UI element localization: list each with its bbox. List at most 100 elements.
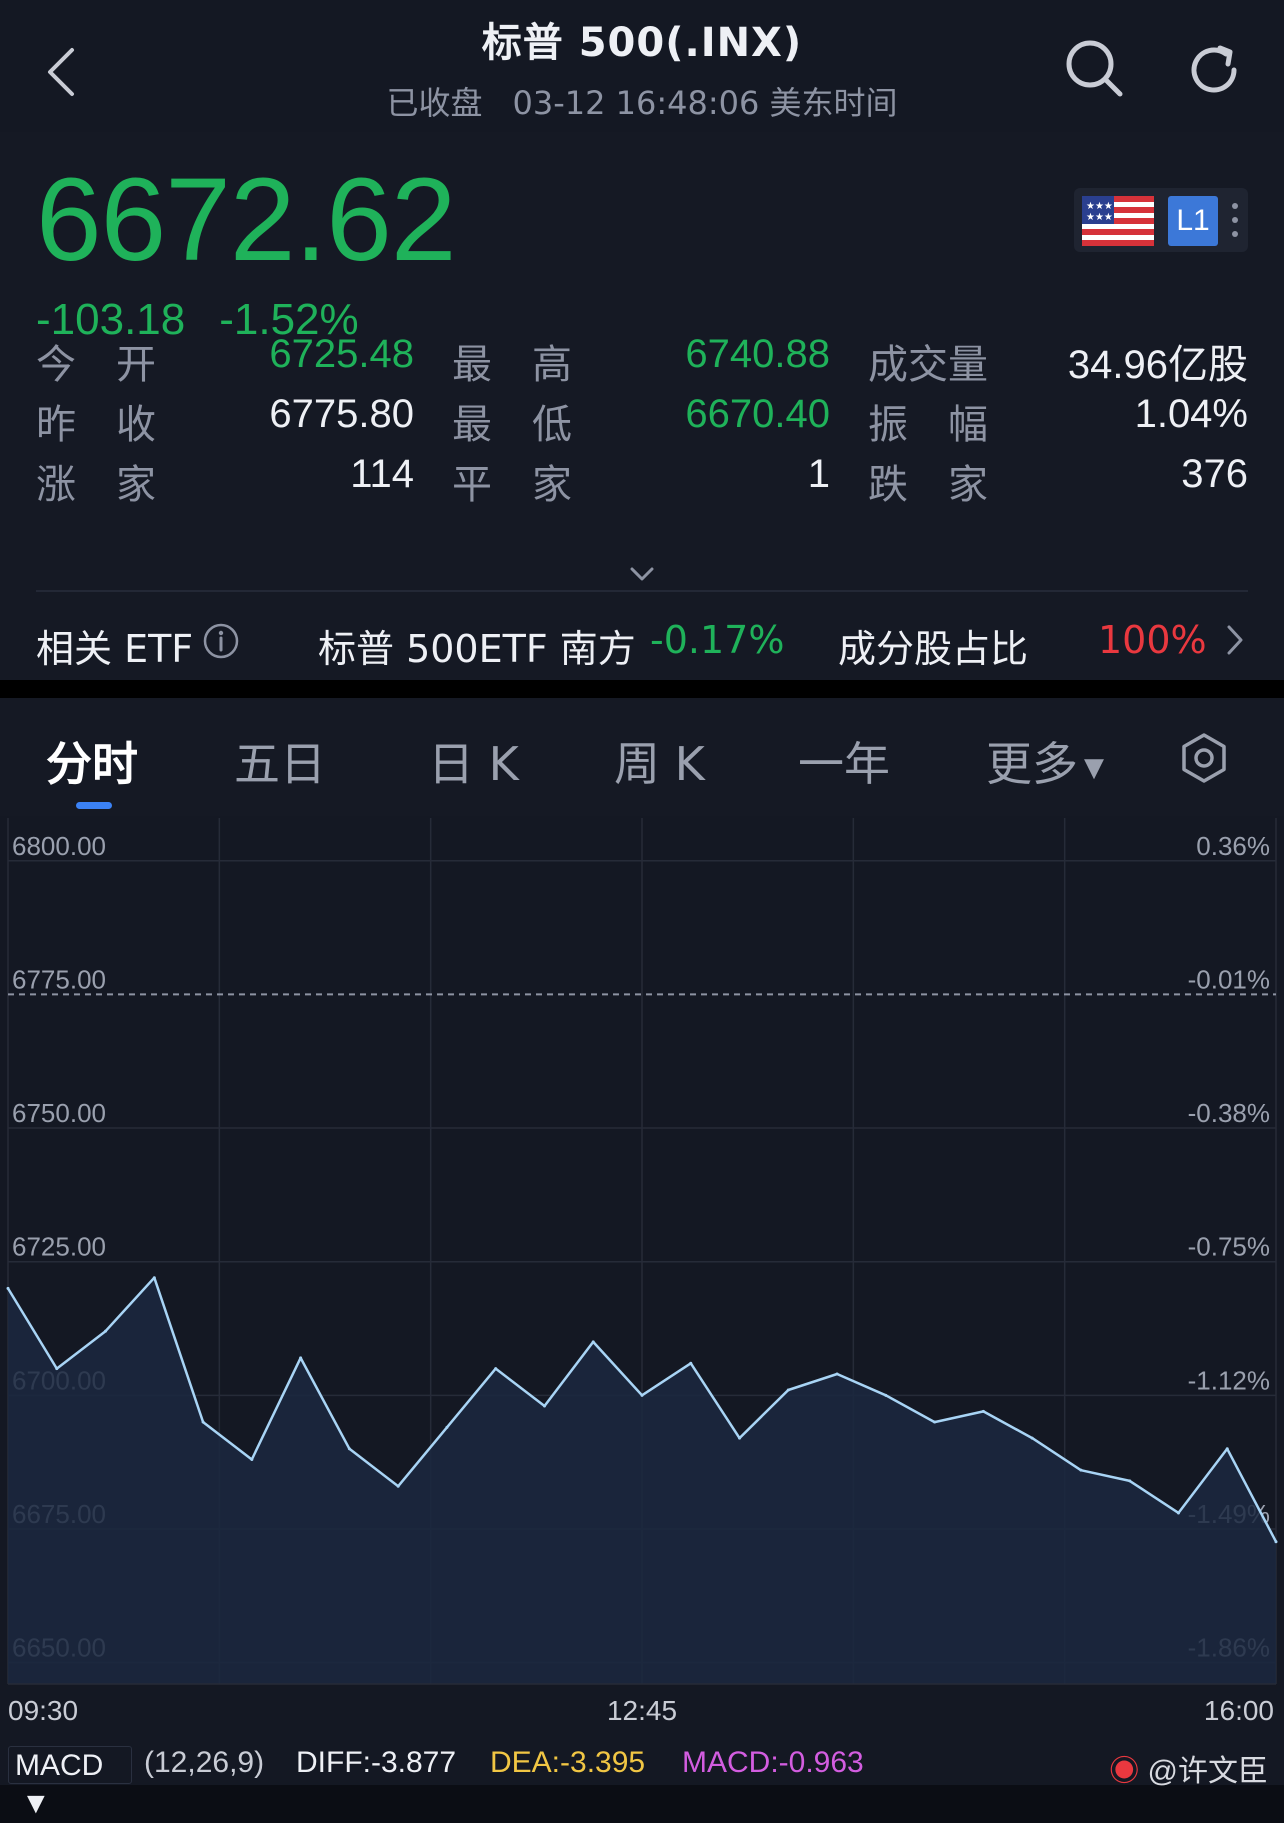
indicator-select[interactable]: MACD ▼ — [8, 1746, 132, 1820]
chevron-right-icon[interactable] — [1224, 622, 1246, 658]
tab-more-label: 更多 — [986, 737, 1078, 791]
macd-diff: DIFF:-3.877 — [296, 1746, 457, 1779]
tab-intraday[interactable]: 分时 — [46, 728, 138, 794]
price-point — [1128, 1479, 1132, 1483]
weight-label: 成分股占比 — [838, 627, 1029, 671]
price-point — [738, 1436, 742, 1440]
tab-one-year[interactable]: 一年 — [798, 728, 890, 794]
price-point — [104, 1329, 108, 1333]
etf-fund-name[interactable]: 标普 500ETF 南方 — [318, 618, 636, 673]
stat-value-open: 6725.48 — [269, 332, 414, 376]
tab-five-day[interactable]: 五日 — [234, 728, 326, 794]
caret-down-icon: ▼ — [21, 1787, 51, 1820]
us-flag-icon: ★★★ ★★★ — [1082, 196, 1154, 246]
tab-more[interactable]: 更多 ▼ — [986, 728, 1104, 794]
stat-label-volume: 成交量 — [868, 342, 988, 388]
price-point — [786, 1388, 790, 1392]
related-etf-label: 相关 ETF — [36, 627, 194, 671]
stat-value-advancers: 114 — [350, 452, 414, 496]
x-axis-label: 12:45 — [607, 1695, 677, 1726]
more-vertical-icon[interactable] — [1230, 198, 1240, 242]
y-axis-label-right: -0.38% — [1188, 1098, 1270, 1128]
settings-icon[interactable] — [1178, 732, 1230, 784]
price-point — [1079, 1468, 1083, 1472]
stats-row-1: 今 开 6725.48 最 高 6740.88 成交量 34.96亿股 — [0, 332, 1284, 392]
y-axis-label-left: 6775.00 — [12, 964, 106, 994]
price-point — [1176, 1511, 1180, 1515]
indicator-bar: MACD ▼ (12,26,9) DIFF:-3.877 DEA:-3.395 M… — [0, 1746, 1284, 1820]
stat-value-volume: 34.96亿股 — [1067, 343, 1248, 387]
price-point — [1274, 1540, 1278, 1544]
weight-value: 100% — [1098, 618, 1207, 662]
price-point — [835, 1372, 839, 1376]
price-point — [6, 1286, 10, 1290]
stats-row-3: 涨 家 114 平 家 1 跌 家 376 — [0, 452, 1284, 512]
stat-label-unchanged: 平 家 — [452, 462, 572, 508]
stat-label-low: 最 低 — [452, 402, 572, 448]
y-axis-label-right: 0.36% — [1196, 831, 1270, 861]
stat-value-unchanged: 1 — [807, 452, 830, 496]
refresh-icon[interactable] — [1180, 34, 1250, 104]
search-icon[interactable] — [1060, 34, 1130, 104]
macd-params: (12,26,9) — [144, 1746, 265, 1779]
etf-fund-change: -0.17% — [650, 618, 785, 662]
divider — [36, 590, 1248, 592]
x-axis-label: 16:00 — [1204, 1695, 1274, 1726]
stat-label-decliners: 跌 家 — [868, 462, 988, 508]
price-point — [445, 1425, 449, 1429]
market-status-text: 已收盘 — [386, 84, 483, 122]
stats-row-2: 昨 收 6775.80 最 低 6670.40 振 幅 1.04% — [0, 392, 1284, 452]
level-badge: L1 — [1168, 196, 1218, 246]
price-point — [542, 1404, 546, 1408]
svg-text:★★★: ★★★ — [1086, 201, 1113, 212]
price-point — [299, 1356, 303, 1360]
quote-timestamp: 03-12 16:48:06 美东时间 — [512, 84, 898, 122]
related-etf-row[interactable]: 相关 ETF 标普 500ETF 南方 -0.17% 成分股占比 100% — [0, 600, 1284, 680]
price-point — [347, 1447, 351, 1451]
macd-value: MACD:-0.963 — [682, 1746, 864, 1779]
active-tab-indicator — [76, 802, 112, 809]
caret-down-icon: ▼ — [1084, 752, 1104, 783]
price-point — [884, 1393, 888, 1397]
y-axis-label-left: 6725.00 — [12, 1232, 106, 1262]
stat-value-decliners: 376 — [1181, 452, 1248, 496]
watermark: ◉ @许文臣 — [1109, 1746, 1268, 1790]
price-point — [152, 1276, 156, 1280]
y-axis-label-right: -0.75% — [1188, 1232, 1270, 1262]
price-point — [591, 1340, 595, 1344]
macd-dea: DEA:-3.395 — [490, 1746, 646, 1779]
info-icon[interactable] — [202, 622, 240, 660]
intraday-chart[interactable]: 6800.00 0.36% 6775.00 -0.01% 6750.00 -0.38% 67… — [0, 816, 1284, 1820]
chart-canvas[interactable]: 6800.00 0.36% 6775.00 -0.01% 6750.00 -0.38% 67… — [0, 816, 1284, 1746]
tab-weekly-k[interactable]: 周 K — [614, 728, 705, 794]
price-point — [201, 1420, 205, 1424]
chart-period-tabs: 分时 五日 日 K 周 K 一年 更多 ▼ — [0, 698, 1284, 816]
quote-panel: 6672.62 -103.18 -1.52% ★★★ ★★★ L1 今 开 672… — [0, 132, 1284, 680]
price-point — [396, 1484, 400, 1488]
tab-daily-k[interactable]: 日 K — [428, 728, 519, 794]
stat-label-advancers: 涨 家 — [36, 462, 156, 508]
last-price: 6672.62 — [36, 154, 457, 286]
top-bar: 标普 500(.INX) 已收盘 03-12 16:48:06 美东时间 — [0, 0, 1284, 132]
stat-value-low: 6670.40 — [685, 392, 830, 436]
price-point — [640, 1393, 644, 1397]
chevron-down-icon[interactable] — [628, 564, 656, 584]
price-point — [1225, 1447, 1229, 1451]
price-point — [689, 1361, 693, 1365]
stat-value-amplitude: 1.04% — [1134, 392, 1248, 436]
stat-label-open: 今 开 — [36, 342, 156, 388]
svg-text:★★★: ★★★ — [1086, 212, 1113, 223]
y-axis-label-right: -0.01% — [1188, 964, 1270, 994]
stat-label-high: 最 高 — [452, 342, 572, 388]
y-axis-label-right: -1.12% — [1188, 1365, 1270, 1395]
y-axis-label-left: 6750.00 — [12, 1098, 106, 1128]
stat-label-amplitude: 振 幅 — [868, 402, 988, 448]
x-axis-label: 09:30 — [8, 1695, 78, 1726]
price-point — [55, 1367, 59, 1371]
price-point — [933, 1420, 937, 1424]
market-badge[interactable]: ★★★ ★★★ L1 — [1074, 188, 1248, 252]
stat-value-prev-close: 6775.80 — [269, 392, 414, 436]
weibo-icon: ◉ — [1109, 1755, 1140, 1788]
price-point — [250, 1457, 254, 1461]
y-axis-label-left: 6800.00 — [12, 831, 106, 861]
